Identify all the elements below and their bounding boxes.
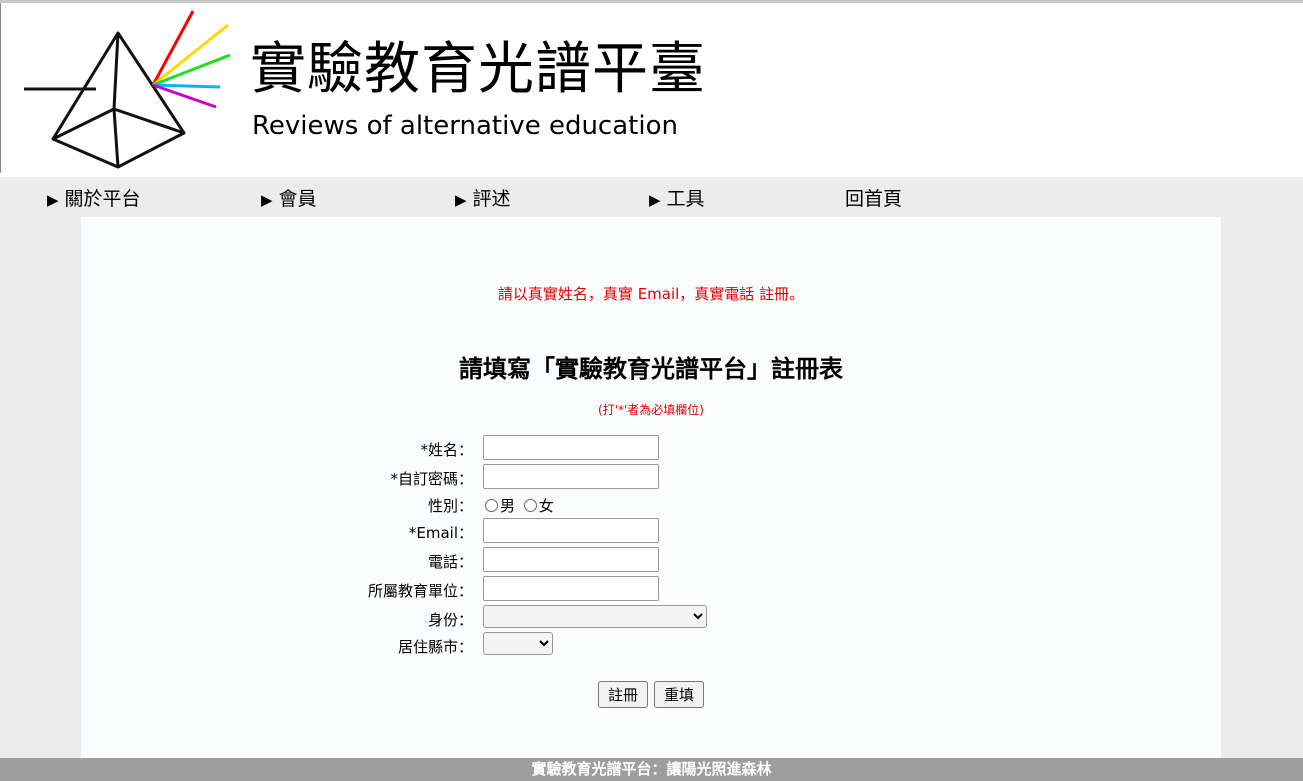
city-select[interactable] [483,632,553,655]
reset-button[interactable]: 重填 [654,681,705,708]
email-row: *Email： [81,518,1221,544]
nav-home-label: 回首頁 [845,188,903,210]
spectrum-ray [151,10,195,86]
unit-label: 所屬教育單位： [367,582,473,600]
registration-panel: 請以真實姓名，真實 Email，真實電話 註冊。 請填寫「實驗教育光譜平台」註冊… [81,217,1221,758]
spectrum-rays [151,10,231,109]
triangle-right-icon: ▶ [649,191,661,209]
nav-tools-label: 工具 [666,188,705,210]
nav-reviews-label: 評述 [472,188,511,210]
nav-about[interactable]: ▶ 關於平台 [47,184,141,211]
gender-female-radio[interactable] [523,499,537,512]
triangle-right-icon: ▶ [47,191,59,209]
submit-button[interactable]: 註冊 [598,681,649,708]
required-note: (打'*'者為必填欄位) [598,403,704,417]
site-header: 實驗教育光譜平臺 Reviews of alternative educatio… [0,3,1303,177]
spectrum-ray [152,23,229,87]
unit-row: 所屬教育單位： [81,576,1221,602]
password-input[interactable] [483,464,659,489]
password-label: *自訂密碼： [390,470,473,488]
name-label: *姓名： [420,441,473,459]
form-title: 請填寫「實驗教育光譜平台」註冊表 [459,355,843,383]
nav-reviews[interactable]: ▶ 評述 [455,184,511,211]
gender-label: 性別： [427,497,473,515]
nav-members[interactable]: ▶ 會員 [261,184,317,211]
identity-label: 身份： [427,611,473,629]
nav-tools[interactable]: ▶ 工具 [649,184,705,211]
email-input[interactable] [483,518,659,543]
email-label: *Email： [408,524,473,542]
phone-row: 電話： [81,547,1221,573]
phone-label: 電話： [427,553,473,571]
site-title[interactable]: 實驗教育光譜平臺 [250,37,706,103]
gender-male-radio[interactable] [485,499,498,512]
triangle-right-icon: ▶ [261,191,273,209]
phone-input[interactable] [483,547,659,572]
spectrum-ray [152,53,231,87]
nav-about-label: 關於平台 [64,188,141,210]
prism-logo-icon[interactable] [18,5,233,175]
main-nav: ▶ 關於平台 ▶ 會員 ▶ 評述 ▶ 工具 回首頁 [0,178,1303,216]
real-info-notice: 請以真實姓名，真實 Email，真實電話 註冊。 [497,285,805,303]
nav-home[interactable]: 回首頁 [845,184,902,211]
site-subtitle: Reviews of alternative education [252,111,678,141]
city-label: 居住縣市： [397,638,473,656]
spectrum-ray [152,83,221,89]
header-left-border [0,3,1,173]
identity-row: 身份： [81,605,1221,631]
spectrum-ray [152,83,217,109]
gender-female-label[interactable]: 女 [539,497,554,515]
password-row: *自訂密碼： [81,464,1221,490]
identity-select[interactable] [483,605,707,628]
gender-row: 性別： 男 女 [81,491,1221,517]
city-row: 居住縣市： [81,632,1221,658]
site-footer: 實驗教育光譜平台：讓陽光照進森林 [0,758,1303,781]
unit-input[interactable] [483,576,659,601]
nav-members-label: 會員 [278,188,317,210]
triangle-right-icon: ▶ [455,191,467,209]
gender-options: 男 女 [485,495,554,516]
gender-male-label[interactable]: 男 [500,497,515,515]
name-input[interactable] [483,435,659,460]
name-row: *姓名： [81,435,1221,461]
